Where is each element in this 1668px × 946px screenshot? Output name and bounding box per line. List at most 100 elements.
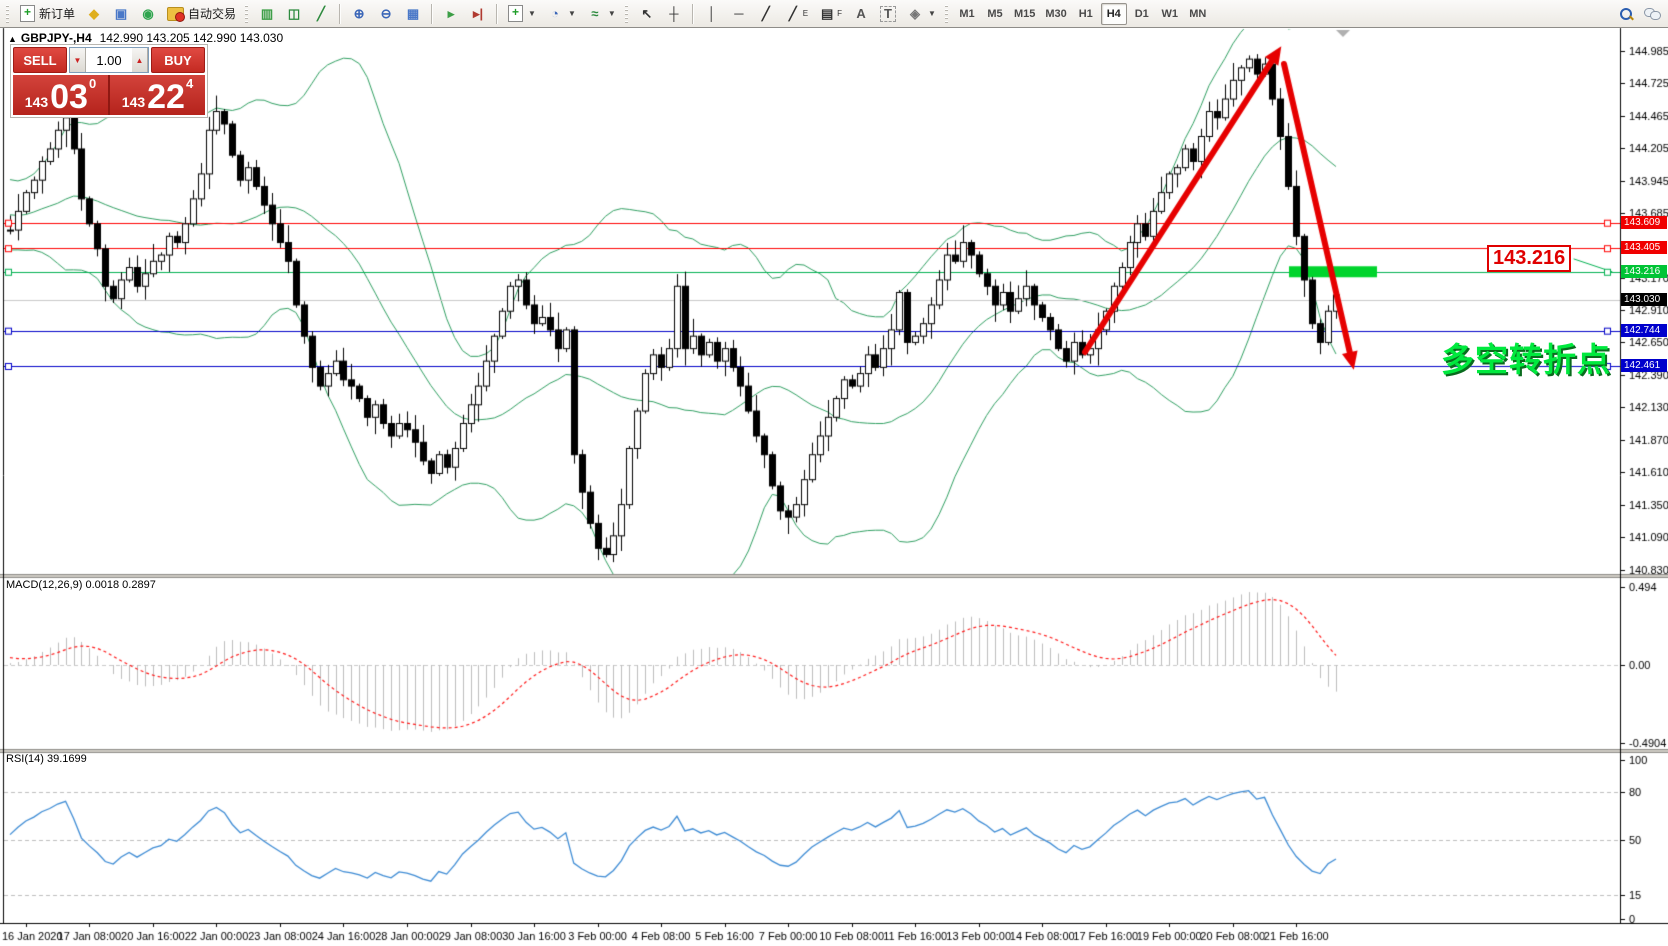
channel-icon: ▤ xyxy=(819,6,835,22)
trendline-tool-button[interactable]: ╱ xyxy=(753,2,779,26)
volume-stepper: ▼ 1.00 ▲ xyxy=(69,47,149,73)
mt4-window: { "toolbar": { "new_order_label": "新订单",… xyxy=(0,0,1668,946)
indicators-button[interactable]: ≈▼ xyxy=(582,2,621,26)
toolbar-grip[interactable] xyxy=(625,5,630,23)
buy-price[interactable]: 143224 xyxy=(110,75,205,115)
fibo-sub-letter: E xyxy=(803,9,808,18)
cursor-tool-button[interactable]: ↖ xyxy=(634,2,660,26)
sell-price-big: 03 xyxy=(50,82,88,112)
new-order-button[interactable]: + 新订单 xyxy=(15,2,80,26)
market-watch-icon: ◆ xyxy=(86,6,102,22)
search-button[interactable] xyxy=(1614,2,1638,26)
sell-price-small: 143 xyxy=(25,92,48,112)
shapes-tool-button[interactable]: ◈▼ xyxy=(902,2,941,26)
line-chart-icon: ╱ xyxy=(313,6,329,22)
period-button-M15[interactable]: M15 xyxy=(1010,3,1039,25)
one-click-trading-panel: SELL ▼ 1.00 ▲ BUY 143030 143224 xyxy=(10,44,208,118)
navigator-button[interactable]: ▣ xyxy=(108,2,134,26)
sell-button[interactable]: SELL xyxy=(13,47,67,73)
new-order-icon: + xyxy=(20,5,35,22)
templates-button[interactable]: +▼ xyxy=(503,2,541,26)
period-button-MN[interactable]: MN xyxy=(1185,3,1211,25)
horizontal-line-icon: ─ xyxy=(731,6,747,22)
autotrade-button[interactable]: 自动交易 xyxy=(162,2,241,26)
caret-down-icon: ▼ xyxy=(608,9,616,18)
auto-scroll-button[interactable]: ▸ xyxy=(438,2,464,26)
bar-chart-button[interactable]: ▥ xyxy=(254,2,280,26)
terminal-button[interactable]: ◉ xyxy=(135,2,161,26)
turning-point-annotation[interactable]: 多空转折点 xyxy=(1441,333,1611,381)
horizontal-line-tool-button[interactable]: ─ xyxy=(726,2,752,26)
line-chart-button[interactable]: ╱ xyxy=(308,2,334,26)
price-level-label: 143.030 xyxy=(1621,293,1667,306)
volume-increase-button[interactable]: ▲ xyxy=(132,48,148,72)
clock-icon: ◔ xyxy=(547,6,563,22)
community-chat-icon xyxy=(1644,7,1660,20)
label-tool-button[interactable]: T xyxy=(875,2,901,26)
period-button-W1[interactable]: W1 xyxy=(1157,3,1183,25)
tile-windows-button[interactable]: ▦ xyxy=(400,2,426,26)
text-tool-icon: A xyxy=(853,6,869,22)
chart-canvas[interactable] xyxy=(0,0,1668,946)
cursor-icon: ↖ xyxy=(639,6,655,22)
buy-price-small: 143 xyxy=(122,92,145,112)
buy-price-big: 22 xyxy=(147,82,185,112)
zoom-in-button[interactable]: ⊕ xyxy=(346,2,372,26)
indicators-icon: ≈ xyxy=(587,6,603,22)
volume-decrease-button[interactable]: ▼ xyxy=(70,48,86,72)
crosshair-tool-button[interactable]: ┼ xyxy=(661,2,687,26)
buy-button[interactable]: BUY xyxy=(151,47,205,73)
price-level-label: 143.216 xyxy=(1621,265,1667,278)
collapse-icon[interactable]: ▲ xyxy=(8,34,17,44)
symbol-name: GBPJPY-,H4 xyxy=(21,31,92,45)
vertical-line-tool-button[interactable]: │ xyxy=(699,2,725,26)
text-tool-button[interactable]: A xyxy=(848,2,874,26)
toolbar-grip[interactable] xyxy=(245,5,250,23)
zoom-out-button[interactable]: ⊖ xyxy=(373,2,399,26)
fibonacci-tool-button[interactable]: ╱E xyxy=(780,2,813,26)
caret-down-icon: ▼ xyxy=(568,9,576,18)
period-button-H1[interactable]: H1 xyxy=(1073,3,1099,25)
period-button-D1[interactable]: D1 xyxy=(1129,3,1155,25)
price-callout-label[interactable]: 143.216 xyxy=(1487,245,1571,272)
volume-input[interactable]: 1.00 xyxy=(86,48,132,72)
chart-shift-icon: ▸| xyxy=(470,6,486,22)
autotrade-label: 自动交易 xyxy=(188,5,236,22)
period-buttons: M1M5M15M30H1H4D1W1MN xyxy=(954,3,1211,25)
separator xyxy=(692,4,694,24)
period-button-M30[interactable]: M30 xyxy=(1041,3,1070,25)
separator xyxy=(496,4,498,24)
period-button-M5[interactable]: M5 xyxy=(982,3,1008,25)
price-level-label: 142.744 xyxy=(1621,324,1667,337)
chart-shift-button[interactable]: ▸| xyxy=(465,2,491,26)
zoom-out-icon: ⊖ xyxy=(378,6,394,22)
trendline-icon: ╱ xyxy=(758,6,774,22)
new-order-label: 新订单 xyxy=(39,5,75,22)
rsi-label: RSI(14) 39.1699 xyxy=(6,753,87,765)
price-level-label: 143.609 xyxy=(1621,216,1667,229)
crosshair-icon: ┼ xyxy=(666,6,682,22)
vertical-line-icon: │ xyxy=(704,6,720,22)
zoom-in-icon: ⊕ xyxy=(351,6,367,22)
caret-down-icon: ▼ xyxy=(528,9,536,18)
toolbar-grip[interactable] xyxy=(945,5,950,23)
channel-sub-letter: F xyxy=(837,9,842,18)
sell-price[interactable]: 143030 xyxy=(13,75,110,115)
tile-windows-icon: ▦ xyxy=(405,6,421,22)
timeframes-menu-button[interactable]: ◔▼ xyxy=(542,2,581,26)
chart-symbol-title: ▲GBPJPY-,H4142.990 143.205 142.990 143.0… xyxy=(8,31,283,45)
templates-icon: + xyxy=(508,5,523,22)
candlestick-chart-button[interactable]: ◫ xyxy=(281,2,307,26)
period-button-M1[interactable]: M1 xyxy=(954,3,980,25)
fibonacci-icon: ╱ xyxy=(785,6,801,22)
autotrade-icon xyxy=(167,7,184,21)
toolbar-grip[interactable] xyxy=(6,5,11,23)
market-watch-button[interactable]: ◆ xyxy=(81,2,107,26)
separator xyxy=(339,4,341,24)
period-button-H4[interactable]: H4 xyxy=(1101,3,1127,25)
community-button[interactable] xyxy=(1639,2,1665,26)
terminal-icon: ◉ xyxy=(140,6,156,22)
navigator-icon: ▣ xyxy=(113,6,129,22)
separator xyxy=(431,4,433,24)
channel-tool-button[interactable]: ▤F xyxy=(814,2,847,26)
